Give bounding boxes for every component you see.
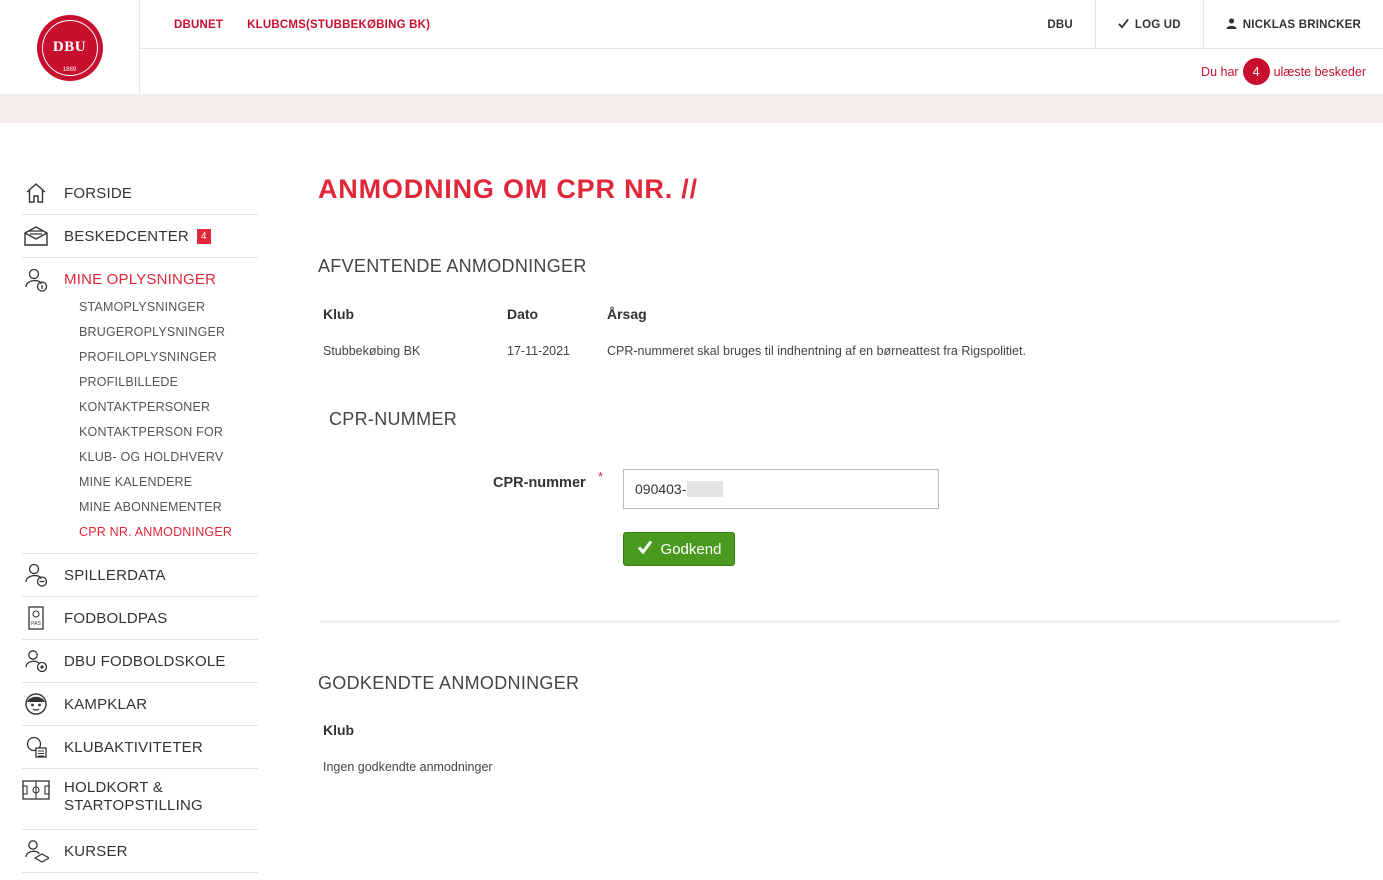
checkmark-icon xyxy=(1118,18,1129,32)
passport-icon: PAS xyxy=(22,604,50,632)
sidebar-item-fodboldpas[interactable]: PAS FODBOLDPAS xyxy=(22,597,258,640)
sidebar-item-label: SPILLERDATA xyxy=(64,566,166,584)
dbu-logo[interactable]: DBU 1889 xyxy=(36,14,103,81)
subnav-item-mine-kalendere[interactable]: MINE KALENDERE xyxy=(79,470,258,495)
sidebar-item-spillerdata[interactable]: SPILLERDATA xyxy=(22,554,258,597)
svg-text:PAS: PAS xyxy=(31,621,41,627)
message-count-badge: 4 xyxy=(196,228,211,244)
nav-dbu-label: DBU xyxy=(1047,18,1073,31)
approved-empty-text: Ingen godkendte anmodninger xyxy=(323,760,493,774)
sidebar-item-beskedcenter[interactable]: BESKEDCENTER 4 xyxy=(22,215,258,258)
cpr-input[interactable]: 090403- xyxy=(623,469,939,509)
pending-table: Klub Dato Årsag Stubbekøbing BK 17-11-20… xyxy=(323,306,1026,358)
home-icon xyxy=(22,179,50,207)
messages-suffix: ulæste beskeder xyxy=(1273,64,1366,79)
player-icon xyxy=(22,561,50,589)
required-marker: * xyxy=(598,469,604,484)
sidebar-item-forside[interactable]: FORSIDE xyxy=(22,172,258,215)
sidebar-item-label: KAMPKLAR xyxy=(64,695,148,713)
sidebar-item-label: HOLDKORT & STARTOPSTILLING xyxy=(64,779,203,814)
sidebar-item-label: MINE OPLYSNINGER xyxy=(64,271,217,288)
sidebar-item-label: FORSIDE xyxy=(64,184,133,202)
sidebar-item-dbu-fodboldskole[interactable]: DBU FODBOLDSKOLE xyxy=(22,640,258,683)
envelope-icon xyxy=(22,222,50,250)
unread-messages-link[interactable]: Du har 4 ulæste beskeder xyxy=(1201,58,1366,85)
cell-dato: 17-11-2021 xyxy=(507,344,571,358)
subnav-item-stamoplysninger[interactable]: STAMOPLYSNINGER xyxy=(79,295,258,320)
sidebar-item-holdkort[interactable]: HOLDKORT & STARTOPSTILLING xyxy=(22,769,258,830)
user-menu[interactable]: NICKLAS BRINCKER xyxy=(1202,0,1383,49)
sidebar-item-klubaktiviteter[interactable]: KLUBAKTIVITETER xyxy=(22,726,258,769)
sidebar-item-kampklar[interactable]: KAMPKLAR xyxy=(22,683,258,726)
user-name: NICKLAS BRINCKER xyxy=(1242,18,1361,31)
cell-arsag: CPR-nummeret skal bruges til indhentning… xyxy=(607,344,1026,358)
logout-button[interactable]: LOG UD xyxy=(1094,0,1203,49)
header-band xyxy=(0,95,1383,123)
top-nav: DBUNET KLUBCMS(STUBBEKØBING BK) DBU LOG … xyxy=(140,0,1383,49)
redacted-digits xyxy=(687,481,724,497)
pitch-icon xyxy=(22,779,50,801)
kampklar-icon xyxy=(22,690,50,718)
section-divider xyxy=(320,620,1340,623)
subnav-item-klub-og-holdhverv[interactable]: KLUB- OG HOLDHVERV xyxy=(79,445,258,470)
sidebar-item-label: FODBOLDPAS xyxy=(64,609,168,627)
pending-heading: AFVENTENDE ANMODNINGER xyxy=(318,256,587,276)
sidebar-item-label: BESKEDCENTER xyxy=(64,227,189,245)
page-header: DBU 1889 DBUNET KLUBCMS(STUBBEKØBING BK)… xyxy=(0,0,1383,95)
nav-link-klubcms[interactable]: KLUBCMS(STUBBEKØBING BK) xyxy=(247,19,430,31)
logout-label: LOG UD xyxy=(1134,18,1181,31)
subnav-item-kontaktpersoner[interactable]: KONTAKTPERSONER xyxy=(79,395,258,420)
nav-link-dbunet[interactable]: DBUNET xyxy=(174,19,223,31)
table-row: Stubbekøbing BK 17-11-2021 CPR-nummeret … xyxy=(323,322,1026,358)
sidebar-item-label: DBU FODBOLDSKOLE xyxy=(64,652,226,670)
approve-button-label: Godkend xyxy=(660,540,722,558)
nav-link-dbu[interactable]: DBU xyxy=(1025,0,1095,49)
cpr-field-label: CPR-nummer xyxy=(493,475,586,491)
logo-container[interactable]: DBU 1889 xyxy=(0,0,140,95)
approve-button[interactable]: Godkend xyxy=(623,532,735,566)
calendar-icon xyxy=(22,733,50,761)
cpr-heading: CPR-NUMMER xyxy=(329,409,457,429)
subnav-item-cpr-anmodninger[interactable]: CPR NR. ANMODNINGER xyxy=(79,520,258,545)
sidebar: FORSIDE BESKEDCENTER 4 MINE OPLYSNINGER … xyxy=(22,172,258,873)
user-info-icon xyxy=(22,266,50,294)
school-icon xyxy=(22,647,50,675)
column-header-dato: Dato xyxy=(507,306,539,322)
sidebar-subnav: STAMOPLYSNINGER BRUGEROPLYSNINGER PROFIL… xyxy=(22,295,258,554)
subnav-item-brugeroplysninger[interactable]: BRUGEROPLYSNINGER xyxy=(79,320,258,345)
logo-year: 1889 xyxy=(62,66,77,73)
sidebar-item-label: KLUBAKTIVITETER xyxy=(64,738,203,756)
sidebar-item-label: KURSER xyxy=(64,842,128,860)
checkmark-icon xyxy=(637,539,653,559)
approved-column-header-klub: Klub xyxy=(323,722,355,738)
page-title: ANMODNING OM CPR NR. // xyxy=(318,174,698,204)
logo-text: DBU xyxy=(52,39,87,55)
table-header-row: Klub Dato Årsag xyxy=(323,306,1026,322)
subnav-item-mine-abonnementer[interactable]: MINE ABONNEMENTER xyxy=(79,495,258,520)
approved-heading: GODKENDTE ANMODNINGER xyxy=(318,673,580,693)
subnav-item-profilbillede[interactable]: PROFILBILLEDE xyxy=(79,370,258,395)
subnav-item-kontaktperson-for[interactable]: KONTAKTPERSON FOR xyxy=(79,420,258,445)
messages-count-badge: 4 xyxy=(1242,58,1270,85)
sidebar-item-kurser[interactable]: KURSER xyxy=(22,830,258,873)
column-header-klub: Klub xyxy=(323,306,355,322)
messages-prefix: Du har xyxy=(1201,64,1239,79)
graduation-icon xyxy=(22,837,50,865)
top-nav-right: DBU LOG UD NICKLAS BRINCKER xyxy=(1025,0,1383,49)
top-nav-left: DBUNET KLUBCMS(STUBBEKØBING BK) xyxy=(174,0,430,49)
column-header-arsag: Årsag xyxy=(607,306,647,322)
user-icon xyxy=(1226,17,1237,32)
cpr-input-value: 090403- xyxy=(635,481,687,497)
cell-klub: Stubbekøbing BK xyxy=(323,344,421,358)
subnav-item-profiloplysninger[interactable]: PROFILOPLYSNINGER xyxy=(79,345,258,370)
